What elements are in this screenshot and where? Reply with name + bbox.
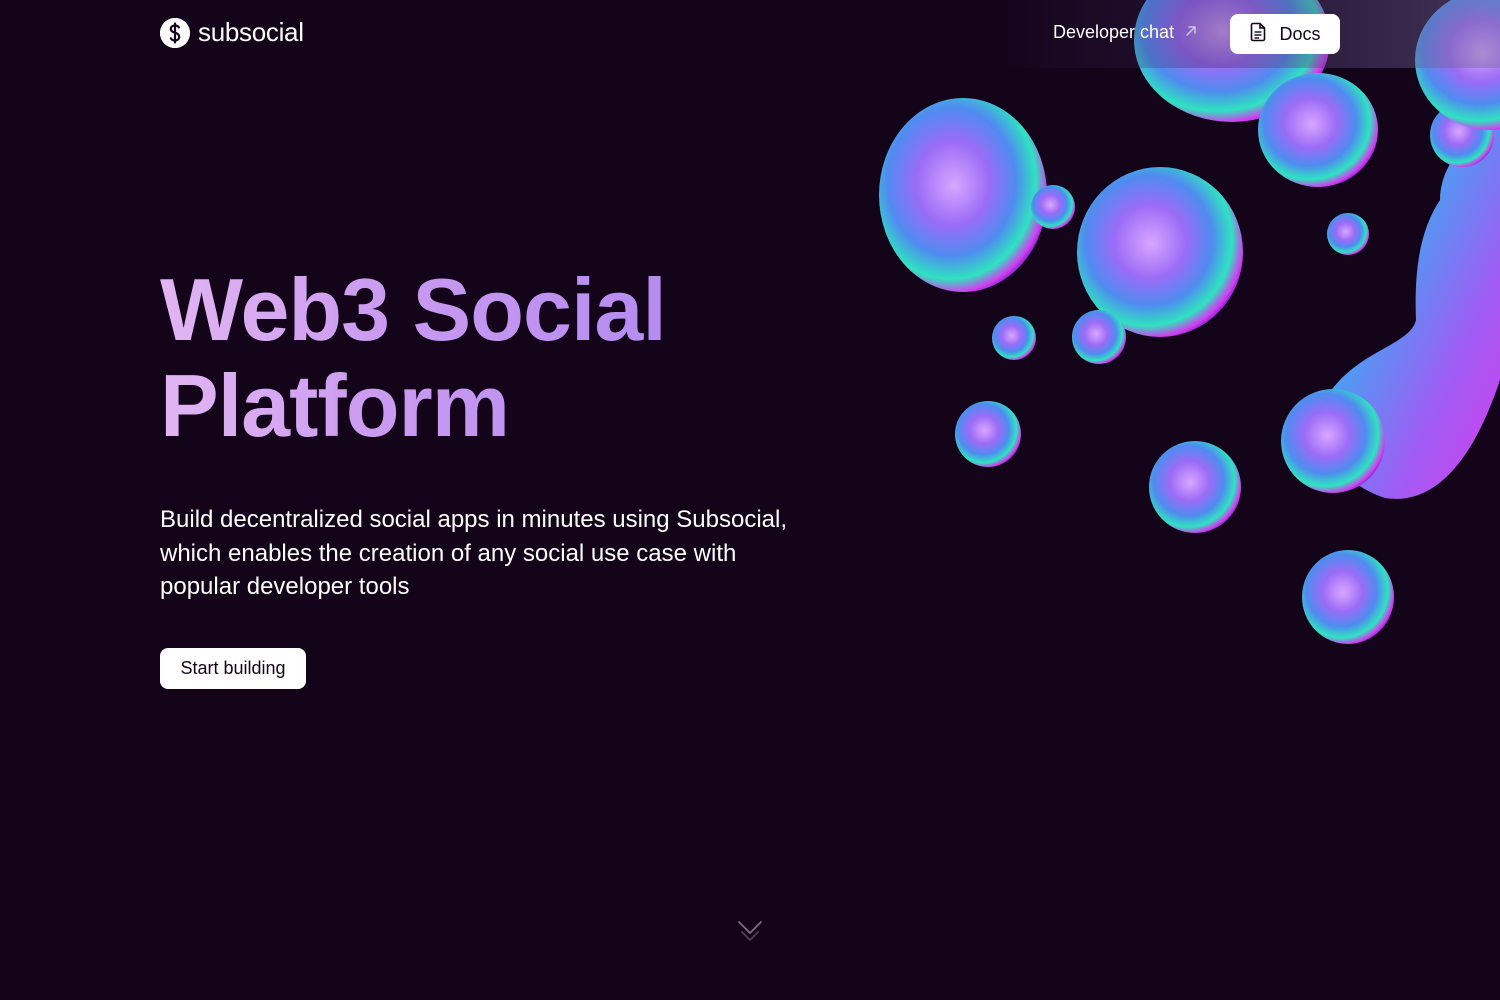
hero-title-line-1: Web3 Social: [160, 260, 666, 359]
subsocial-logo[interactable]: subsocial: [160, 17, 304, 48]
logo-text: subsocial: [198, 17, 304, 47]
scroll-down-button[interactable]: [736, 918, 764, 948]
docs-label: Docs: [1279, 23, 1321, 44]
developer-chat-link[interactable]: Developer chat: [1053, 22, 1198, 43]
arrow-up-right-icon: [1184, 22, 1198, 43]
developer-chat-label: Developer chat: [1053, 22, 1175, 42]
docs-button[interactable]: Docs: [1230, 14, 1340, 54]
subsocial-logo-icon: [160, 17, 190, 48]
hero-title: Web3 Social Platform: [160, 262, 666, 454]
chevron-down-icon: [736, 921, 764, 952]
hero-title-line-2: Platform: [160, 356, 509, 455]
hero-bubbles-illustration: [879, 0, 1500, 644]
document-icon: [1249, 22, 1267, 47]
top-navigation: subsocial Developer chat Docs: [0, 0, 1500, 68]
hero-subtitle: Build decentralized social apps in minut…: [160, 506, 788, 600]
start-building-button[interactable]: Start building: [160, 648, 306, 689]
landing-page: subsocial Developer chat Docs Web3 Socia…: [0, 0, 1500, 1000]
